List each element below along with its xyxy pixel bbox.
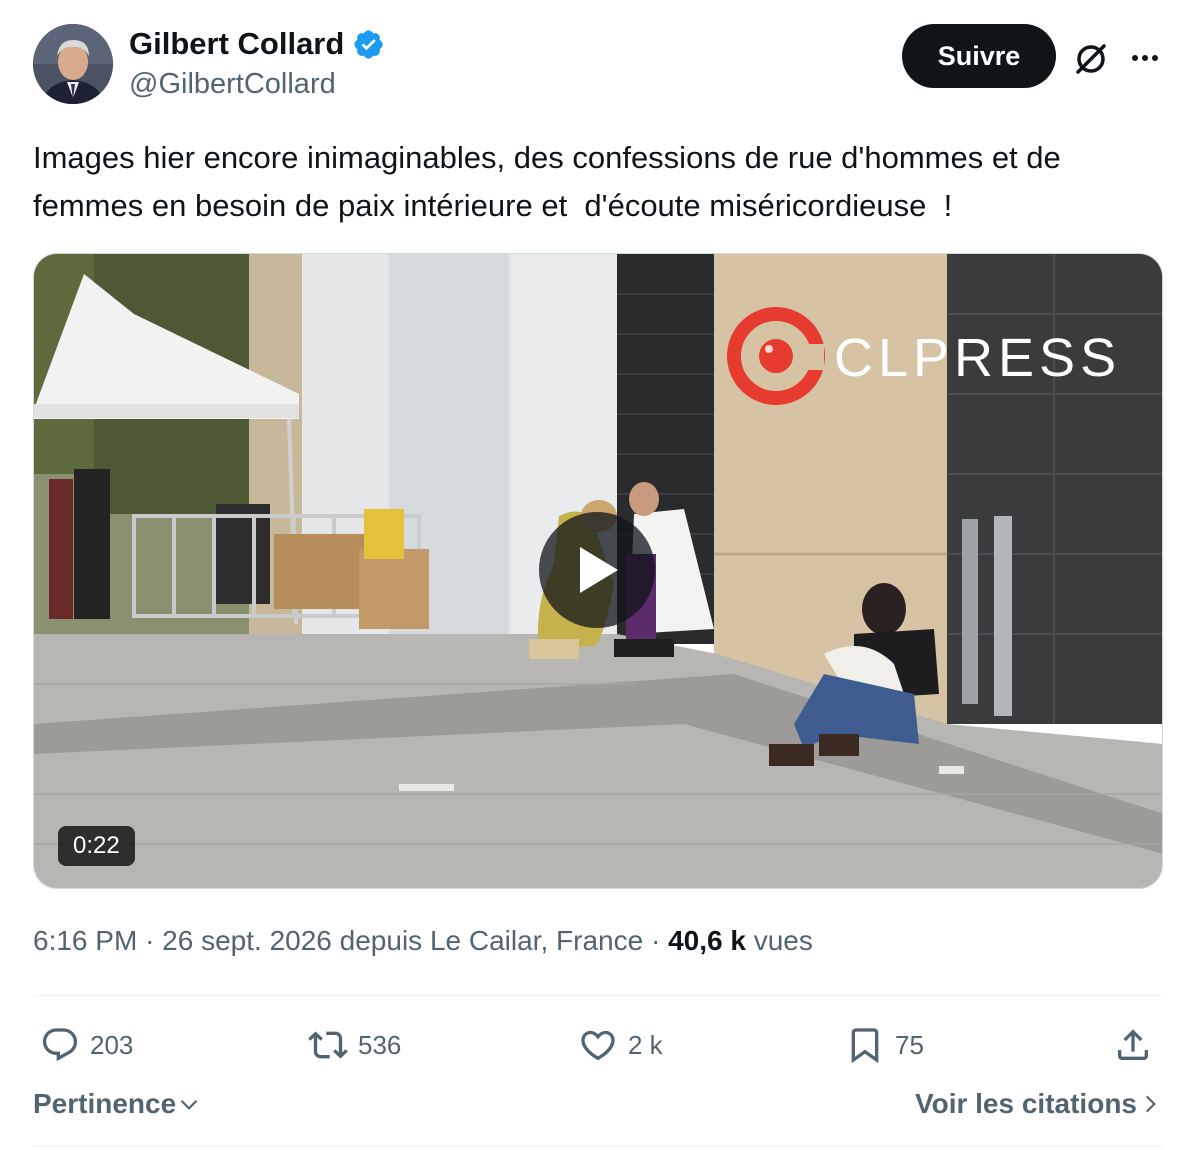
- share-icon: [1118, 1029, 1148, 1060]
- repost-icon: [308, 1031, 348, 1059]
- bookmark-count: 75: [895, 1029, 924, 1060]
- divider: [33, 1146, 1163, 1147]
- author-name-row[interactable]: Gilbert Collard: [129, 26, 385, 62]
- play-icon: [580, 547, 618, 593]
- more-options-icon[interactable]: [1127, 40, 1163, 76]
- bookmark-icon: [851, 1028, 879, 1064]
- tweet-meta: 6:16 PM · 26 sept. 2026 depuis Le Cailar…: [33, 925, 813, 957]
- meta-separator: ·: [145, 925, 155, 956]
- sort-dropdown[interactable]: Pertinence: [33, 1088, 202, 1120]
- video-duration: 0:22: [58, 826, 135, 866]
- view-quotes-link[interactable]: Voir les citations: [915, 1088, 1163, 1120]
- grok-icon[interactable]: [1071, 38, 1111, 78]
- tweet-date[interactable]: 26 sept. 2026: [162, 925, 332, 956]
- share-button[interactable]: [1113, 1020, 1163, 1070]
- chevron-right-icon: [1145, 1095, 1156, 1113]
- repost-button[interactable]: 536: [308, 1020, 401, 1070]
- divider: [33, 995, 1163, 996]
- tweet-text: Images hier encore inimaginables, des co…: [33, 140, 1070, 223]
- like-count: 2 k: [628, 1029, 663, 1060]
- reply-icon: [42, 1028, 78, 1062]
- author-avatar[interactable]: [33, 24, 113, 104]
- meta-separator: ·: [650, 925, 661, 956]
- follow-button[interactable]: Suivre: [902, 24, 1056, 88]
- heart-icon: [581, 1030, 615, 1061]
- bookmark-button[interactable]: 75: [845, 1020, 924, 1070]
- action-bar: 203 536 2 k 75: [0, 1020, 1196, 1070]
- author-name[interactable]: Gilbert Collard: [129, 26, 344, 62]
- play-button[interactable]: [539, 512, 655, 628]
- chevron-down-icon: [180, 1099, 198, 1110]
- views-label: vues: [753, 925, 813, 956]
- tweet-location: depuis Le Cailar, France: [339, 925, 644, 956]
- repost-count: 536: [358, 1029, 402, 1060]
- view-quotes-label: Voir les citations: [915, 1088, 1137, 1119]
- reply-button[interactable]: 203: [40, 1020, 133, 1070]
- sort-label: Pertinence: [33, 1088, 177, 1119]
- reply-count: 203: [90, 1029, 134, 1060]
- author-handle[interactable]: @GilbertCollard: [129, 68, 336, 101]
- watermark-text: CLPRESS: [834, 328, 1121, 388]
- avatar-portrait: [33, 24, 113, 104]
- tweet-time[interactable]: 6:16 PM: [33, 925, 137, 956]
- video-player[interactable]: CLPRESS 0:22: [33, 253, 1163, 889]
- verified-badge-icon: [352, 28, 385, 61]
- like-button[interactable]: 2 k: [578, 1020, 663, 1070]
- views-count: 40,6 k: [668, 925, 746, 956]
